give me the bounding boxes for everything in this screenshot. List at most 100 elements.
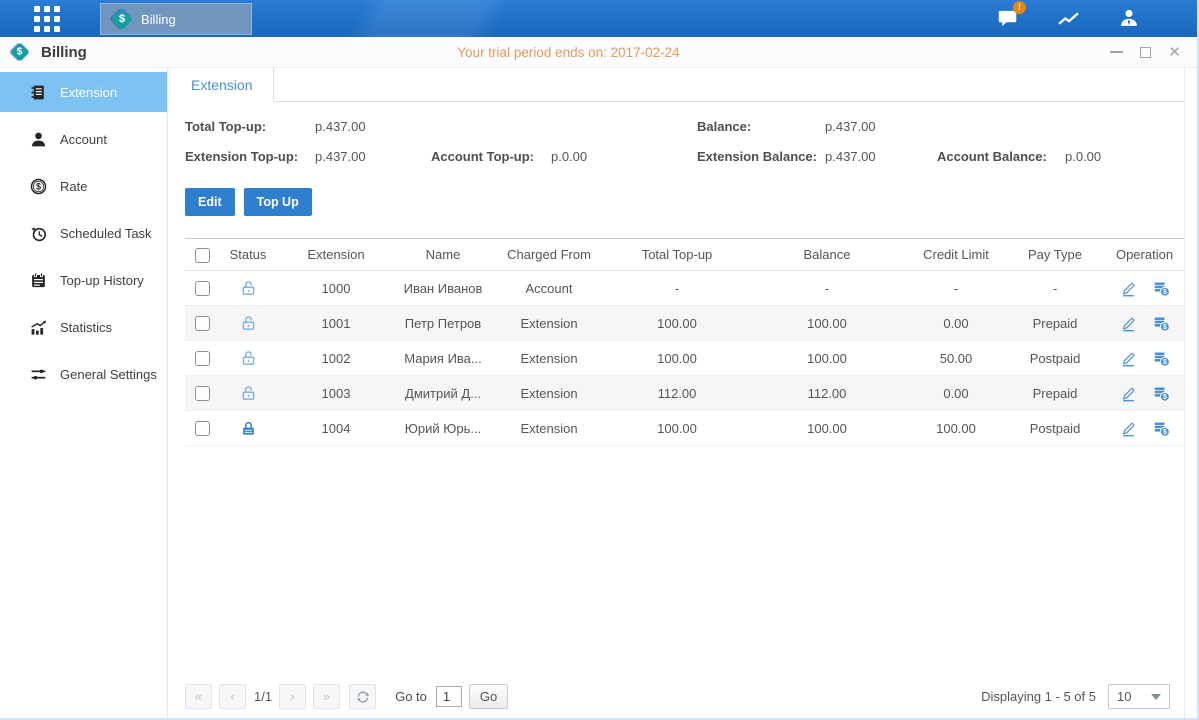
table-row: 1004Юрий Юрь...Extension100.00100.00100.… (185, 411, 1184, 446)
messages-icon[interactable]: ! (991, 6, 1023, 32)
table-row: 1003Дмитрий Д...Extension112.00112.000.0… (185, 376, 1184, 411)
edit-icon[interactable] (1120, 385, 1137, 402)
user-icon[interactable] (1113, 6, 1145, 32)
cell-pay-type: Postpaid (1005, 411, 1105, 446)
sidebar-item-label: Account (60, 132, 107, 147)
cell-operation (1105, 411, 1184, 446)
col-operation: Operation (1105, 239, 1184, 271)
taskbar-right-icons: ! (991, 6, 1145, 32)
summary-panel: Total Top-up: p.437.00 Balance: p.437.00… (168, 102, 1184, 164)
top-up-icon[interactable] (1153, 280, 1170, 297)
cell-balance: 100.00 (747, 306, 907, 341)
extension-icon (30, 84, 47, 101)
top-up-icon[interactable] (1153, 420, 1170, 437)
col-pay-type: Pay Type (1005, 239, 1105, 271)
total-topup-label: Total Top-up: (185, 119, 315, 134)
edit-icon[interactable] (1120, 350, 1137, 367)
row-checkbox[interactable] (195, 386, 210, 401)
edit-icon[interactable] (1120, 315, 1137, 332)
status-unlocked-icon (240, 385, 257, 402)
col-charged-from: Charged From (491, 239, 607, 271)
cell-operation (1105, 341, 1184, 376)
line-chart-icon[interactable] (1052, 6, 1084, 32)
status-unlocked-icon (240, 350, 257, 367)
sidebar-item-label: Rate (60, 179, 87, 194)
top-up-icon[interactable] (1153, 385, 1170, 402)
balance-value: p.437.00 (825, 119, 937, 134)
row-checkbox[interactable] (195, 421, 210, 436)
cell-pay-type: Prepaid (1005, 306, 1105, 341)
billing-app-icon: $ (111, 8, 134, 31)
last-page-button[interactable]: » (313, 684, 340, 709)
top-up-button[interactable]: Top Up (244, 188, 312, 216)
goto-page-input[interactable] (436, 686, 462, 707)
total-topup-value: p.437.00 (315, 119, 431, 134)
sidebar-item-extension[interactable]: Extension (0, 72, 167, 112)
select-all-checkbox[interactable] (195, 248, 210, 263)
main-panel: Extension Total Top-up: p.437.00 Balance… (168, 68, 1185, 718)
status-unlocked-icon (240, 315, 257, 332)
edit-button[interactable]: Edit (185, 188, 235, 216)
cell-name: Иван Иванов (395, 271, 491, 306)
topup-history-icon (30, 272, 47, 289)
cell-extension: 1000 (277, 271, 395, 306)
window-body: Extension Account Rate Scheduled Task Top-up… (0, 68, 1197, 718)
extension-topup-label: Extension Top-up: (185, 149, 315, 164)
top-up-icon[interactable] (1153, 315, 1170, 332)
scheduled-task-icon (30, 225, 47, 242)
cell-name: Мария Ива... (395, 341, 491, 376)
row-checkbox[interactable] (195, 281, 210, 296)
cell-extension: 1004 (277, 411, 395, 446)
cell-credit-limit: - (907, 271, 1005, 306)
edit-icon[interactable] (1120, 280, 1137, 297)
cell-balance: 112.00 (747, 376, 907, 411)
cell-pay-type: - (1005, 271, 1105, 306)
goto-label: Go to (395, 689, 427, 704)
table-row: 1002Мария Ива...Extension100.00100.0050.… (185, 341, 1184, 376)
col-total-topup: Total Top-up (607, 239, 747, 271)
sidebar-item-label: General Settings (60, 367, 157, 382)
sidebar-item-topup-history[interactable]: Top-up History (0, 260, 167, 300)
caret-down-icon (1151, 694, 1161, 700)
table-row: 1000Иван ИвановAccount---- (185, 271, 1184, 306)
cell-total-topup: 100.00 (607, 411, 747, 446)
cell-pay-type: Postpaid (1005, 341, 1105, 376)
sidebar-item-general-settings[interactable]: General Settings (0, 354, 167, 394)
first-page-button[interactable]: « (185, 684, 212, 709)
sidebar-item-scheduled-task[interactable]: Scheduled Task (0, 213, 167, 253)
close-button[interactable]: ✕ (1168, 45, 1181, 60)
cell-extension: 1002 (277, 341, 395, 376)
prev-page-button[interactable]: ‹ (219, 684, 246, 709)
account-balance-label: Account Balance: (937, 149, 1065, 164)
pagination-bar: « ‹ 1/1 › » Go to Go Displaying 1 - 5 of… (168, 684, 1184, 718)
action-buttons: Edit Top Up (185, 188, 1184, 216)
col-credit-limit: Credit Limit (907, 239, 1005, 271)
taskbar-tab-label: Billing (141, 12, 176, 27)
col-extension: Extension (277, 239, 395, 271)
maximize-button[interactable] (1140, 47, 1151, 58)
sidebar-item-rate[interactable]: Rate (0, 166, 167, 206)
edit-icon[interactable] (1120, 420, 1137, 437)
sidebar: Extension Account Rate Scheduled Task Top-up… (0, 68, 168, 718)
taskbar-billing-tab[interactable]: $ Billing (100, 3, 252, 35)
window-titlebar: $ Billing Your trial period ends on: 201… (0, 37, 1197, 68)
refresh-button[interactable] (349, 684, 376, 709)
sidebar-item-account[interactable]: Account (0, 119, 167, 159)
sidebar-item-statistics[interactable]: Statistics (0, 307, 167, 347)
cell-total-topup: 100.00 (607, 306, 747, 341)
apps-grid-icon[interactable] (34, 6, 60, 32)
go-button[interactable]: Go (469, 684, 508, 709)
cell-balance: - (747, 271, 907, 306)
tab-extension[interactable]: Extension (169, 68, 274, 102)
sidebar-item-label: Scheduled Task (60, 226, 152, 241)
row-checkbox[interactable] (195, 316, 210, 331)
sidebar-item-label: Statistics (60, 320, 112, 335)
cell-operation (1105, 306, 1184, 341)
page-size-select[interactable]: 10 (1108, 684, 1170, 709)
minimize-button[interactable] (1110, 51, 1123, 53)
account-topup-value: p.0.00 (551, 149, 697, 164)
top-up-icon[interactable] (1153, 350, 1170, 367)
next-page-button[interactable]: › (279, 684, 306, 709)
row-checkbox[interactable] (195, 351, 210, 366)
page-size-value: 10 (1117, 689, 1131, 704)
